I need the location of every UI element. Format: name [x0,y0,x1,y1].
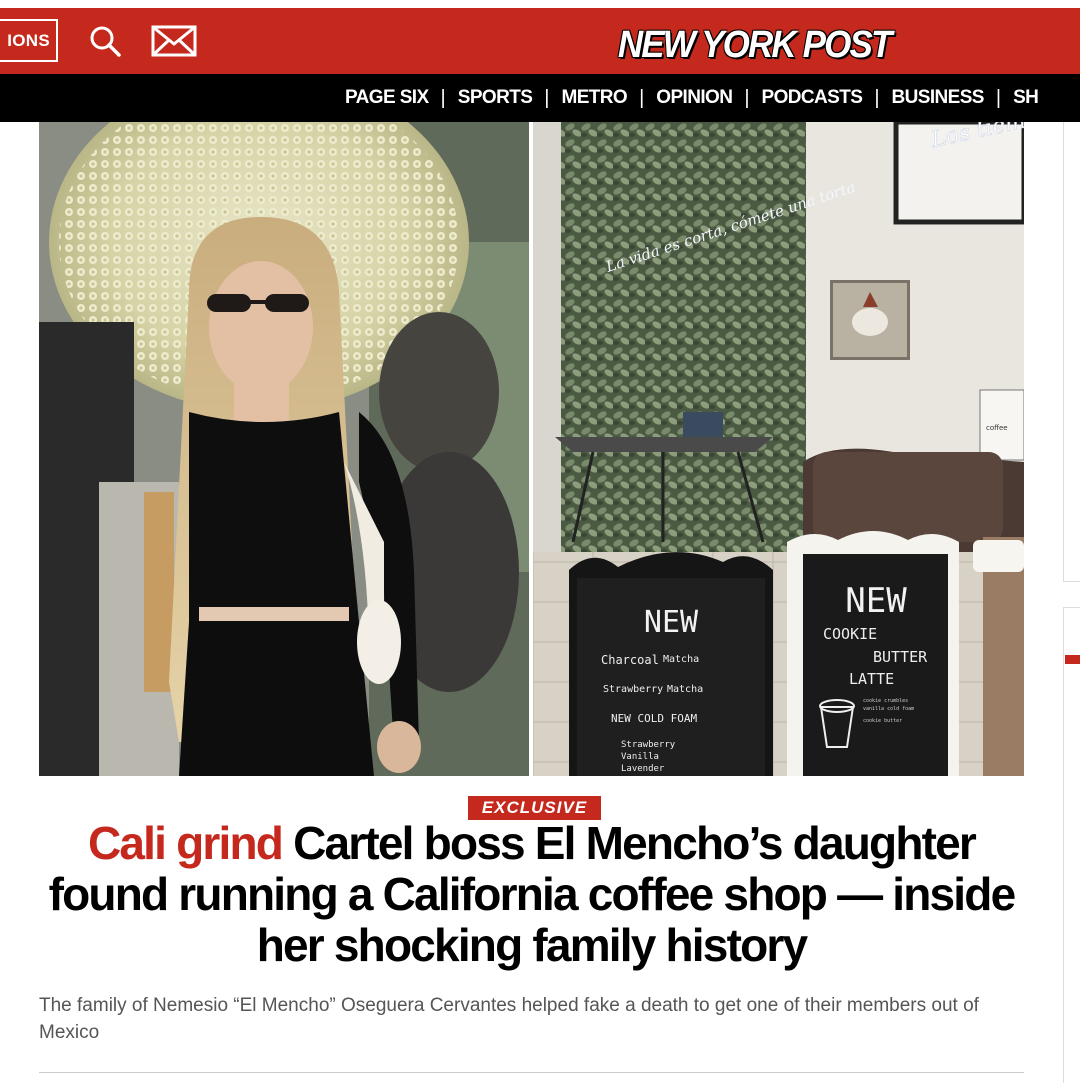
board-right-title: NEW [845,581,907,621]
mail-icon[interactable] [150,24,197,58]
nav-item-metro[interactable]: METRO [561,87,627,109]
nav-separator: | [440,86,446,109]
article-headline[interactable]: Cali grind Cartel boss El Mencho’s daugh… [39,818,1024,971]
board-left-section: NEW COLD FOAM [611,712,697,725]
nav-item-podcasts[interactable]: PODCASTS [762,87,863,109]
board-left-line2b: Matcha [667,684,703,695]
editions-button[interactable]: IONS [0,19,58,62]
board-left-item: Strawberry [621,740,676,750]
headline-kicker: Cali grind [87,817,284,869]
hero-image-composite[interactable]: Los tiempos son per La vida es corta, có… [39,122,1024,776]
nav-separator: | [544,86,550,109]
nav-item-shopping[interactable]: SH [1013,87,1039,109]
sidebar-divider [1063,122,1080,582]
wall-poster: coffee [986,424,1008,432]
nav-separator: | [995,86,1002,109]
board-left-line1a: Charcoal [601,653,659,667]
hero-photo-woman [39,122,529,776]
board-right-line2: BUTTER [873,648,928,666]
board-right-small: cookie crumbles [863,698,908,704]
board-left-title: NEW [644,605,699,640]
article-divider [39,1072,1024,1073]
board-left-line1b: Matcha [663,654,699,665]
article-dek: The family of Nemesio “El Mencho” Osegue… [39,995,979,1043]
section-nav: PAGE SIX | SPORTS | METRO | OPINION | PO… [0,74,1080,122]
board-right-line1: COOKIE [823,625,877,643]
board-left-item: Lavender [621,764,665,774]
hero-photo-coffee-shop: Los tiempos son per La vida es corta, có… [533,122,1024,776]
top-header-bar: IONS NEW YORK POST [0,8,1080,74]
nav-item-business[interactable]: BUSINESS [892,87,985,109]
board-right-line3: LATTE [849,670,894,688]
nav-item-page-six[interactable]: PAGE SIX [345,87,429,109]
search-icon[interactable] [86,24,126,58]
logo-wordmark: NEW YORK POST [618,23,892,66]
board-left-item: Vanilla [621,752,659,762]
board-right-small: cookie butter [863,718,902,724]
board-left-line2a: Strawberry [603,684,663,695]
board-right-small: vanilla cold foam [863,706,914,712]
nav-list: PAGE SIX | SPORTS | METRO | OPINION | PO… [345,74,1039,122]
nav-separator: | [744,86,750,109]
sidebar-divider [1063,607,1080,1083]
nav-item-sports[interactable]: SPORTS [458,87,533,109]
editions-label: IONS [7,30,50,50]
site-logo[interactable]: NEW YORK POST [612,20,897,70]
nav-item-opinion[interactable]: OPINION [656,87,733,109]
nav-separator: | [639,86,645,109]
sidebar-accent [1065,655,1080,664]
nav-separator: | [874,86,880,109]
